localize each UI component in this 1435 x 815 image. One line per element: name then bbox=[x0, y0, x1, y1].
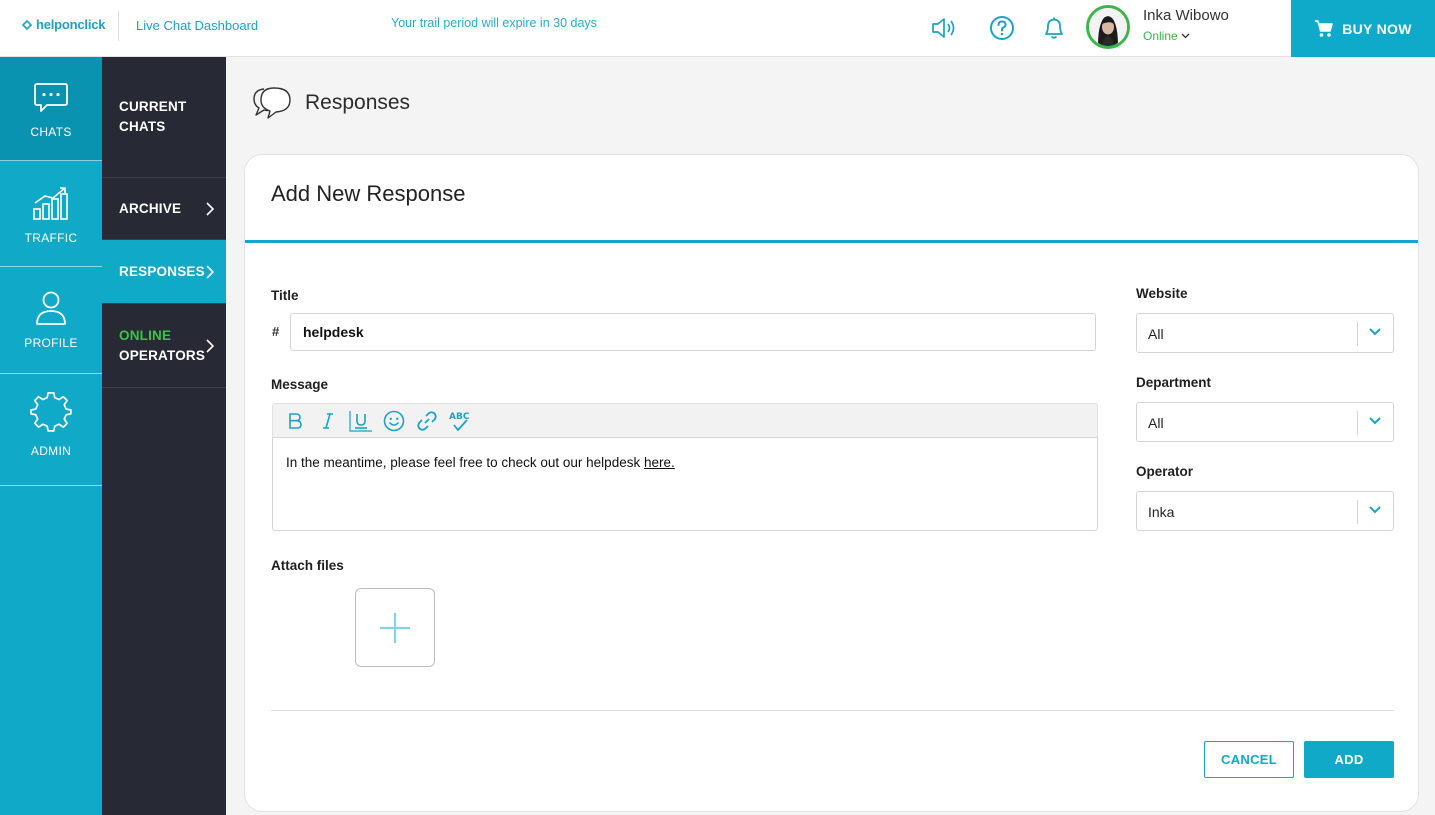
helponclick-logo[interactable]: helponclick bbox=[20, 17, 106, 32]
add-response-card: Add New Response Title # Message ABC In … bbox=[244, 154, 1419, 812]
sub-item-current-chats-label: CURRENT CHATS bbox=[119, 99, 187, 134]
spellcheck-icon[interactable]: ABC bbox=[447, 408, 473, 434]
rail-label-admin: ADMIN bbox=[30, 444, 72, 458]
website-value: All bbox=[1148, 326, 1164, 342]
helpdesk-link[interactable]: here. bbox=[644, 455, 675, 470]
select-divider bbox=[1357, 322, 1358, 346]
card-accent-bar bbox=[245, 240, 1418, 243]
dashboard-title: Live Chat Dashboard bbox=[136, 18, 259, 33]
select-divider bbox=[1357, 500, 1358, 524]
title-prefix: # bbox=[272, 324, 280, 339]
operator-value: Inka bbox=[1148, 504, 1175, 520]
rail-item-profile[interactable]: PROFILE bbox=[0, 267, 102, 374]
main-nav-rail: CHATS TRAFFIC PROFILE ADMIN bbox=[0, 57, 102, 815]
plus-icon bbox=[380, 612, 410, 643]
chevron-right-icon bbox=[206, 201, 214, 216]
trial-notice: Your trail period will expire in 30 days bbox=[391, 16, 597, 30]
message-text: In the meantime, please feel free to che… bbox=[286, 455, 641, 470]
avatar[interactable] bbox=[1086, 5, 1130, 49]
italic-icon[interactable] bbox=[315, 408, 341, 434]
chevron-right-icon bbox=[206, 264, 214, 279]
sub-item-responses[interactable]: RESPONSES bbox=[102, 240, 226, 304]
chevron-down-icon bbox=[1369, 328, 1381, 336]
rail-item-traffic[interactable]: TRAFFIC bbox=[0, 161, 102, 267]
bar-chart-icon bbox=[32, 181, 70, 221]
website-label: Website bbox=[1136, 286, 1188, 301]
sub-item-archive-label: ARCHIVE bbox=[119, 200, 182, 216]
buy-now-label: BUY NOW bbox=[1342, 20, 1412, 37]
sub-item-archive[interactable]: ARCHIVE bbox=[102, 178, 226, 240]
chats-sub-nav: CURRENT CHATS ARCHIVE RESPONSES ONLINE O… bbox=[102, 57, 226, 815]
operators-word: OPERATORS bbox=[119, 347, 206, 363]
user-icon bbox=[35, 286, 67, 326]
chevron-right-icon bbox=[206, 338, 214, 353]
department-value: All bbox=[1148, 415, 1164, 431]
gear-icon bbox=[30, 392, 72, 434]
rail-label-traffic: TRAFFIC bbox=[24, 231, 78, 245]
rail-label-profile: PROFILE bbox=[24, 336, 78, 350]
chevron-down-icon bbox=[1369, 417, 1381, 425]
logo-divider bbox=[118, 11, 119, 41]
department-label: Department bbox=[1136, 375, 1212, 390]
select-divider bbox=[1357, 411, 1358, 435]
website-select[interactable]: All bbox=[1136, 313, 1394, 353]
department-select[interactable]: All bbox=[1136, 402, 1394, 442]
bell-icon[interactable] bbox=[1039, 13, 1069, 43]
underline-icon[interactable] bbox=[348, 408, 374, 434]
page-title: Responses bbox=[305, 91, 411, 114]
bold-icon[interactable] bbox=[282, 408, 308, 434]
avatar-portrait-icon bbox=[1089, 8, 1127, 46]
help-icon[interactable] bbox=[987, 13, 1017, 43]
logo-text: helponclick bbox=[36, 17, 106, 32]
chevron-down-icon bbox=[1181, 33, 1190, 39]
attach-files-label: Attach files bbox=[271, 558, 344, 573]
sub-item-online-operators[interactable]: ONLINE OPERATORS bbox=[102, 304, 226, 388]
chevron-down-icon bbox=[1369, 506, 1381, 514]
buy-now-button[interactable]: BUY NOW bbox=[1291, 0, 1435, 57]
editor-toolbar: ABC bbox=[272, 403, 1098, 438]
emoji-icon[interactable] bbox=[381, 408, 407, 434]
rail-item-chats[interactable]: CHATS bbox=[0, 57, 102, 161]
link-icon[interactable] bbox=[414, 408, 440, 434]
attach-file-button[interactable] bbox=[355, 588, 435, 667]
footer-divider bbox=[271, 710, 1394, 711]
message-label: Message bbox=[271, 377, 329, 392]
sub-item-current-chats[interactable]: CURRENT CHATS bbox=[102, 57, 226, 178]
operator-select[interactable]: Inka bbox=[1136, 491, 1394, 531]
chat-bubble-icon bbox=[33, 75, 69, 115]
user-status-label: Online bbox=[1143, 29, 1178, 43]
top-bar: helponclick Live Chat Dashboard Your tra… bbox=[0, 0, 1435, 57]
user-name: Inka Wibowo bbox=[1143, 7, 1229, 24]
operator-label: Operator bbox=[1136, 464, 1194, 479]
cancel-button[interactable]: CANCEL bbox=[1204, 741, 1294, 778]
sub-item-responses-label: RESPONSES bbox=[119, 263, 205, 279]
rail-label-chats: CHATS bbox=[30, 125, 72, 139]
add-button[interactable]: ADD bbox=[1304, 741, 1394, 778]
sound-icon[interactable] bbox=[929, 13, 959, 43]
title-label: Title bbox=[271, 288, 299, 303]
card-title: Add New Response bbox=[271, 181, 466, 206]
online-word: ONLINE bbox=[119, 327, 172, 343]
sub-item-online-operators-label: ONLINE OPERATORS bbox=[119, 326, 205, 366]
cart-icon bbox=[1315, 19, 1333, 37]
rail-item-admin[interactable]: ADMIN bbox=[0, 374, 102, 486]
responses-icon bbox=[250, 85, 294, 130]
user-status-dropdown[interactable]: Online bbox=[1143, 29, 1190, 43]
message-editor[interactable]: In the meantime, please feel free to che… bbox=[272, 437, 1098, 531]
logo-mark-icon bbox=[21, 19, 33, 30]
title-input[interactable] bbox=[290, 313, 1096, 351]
